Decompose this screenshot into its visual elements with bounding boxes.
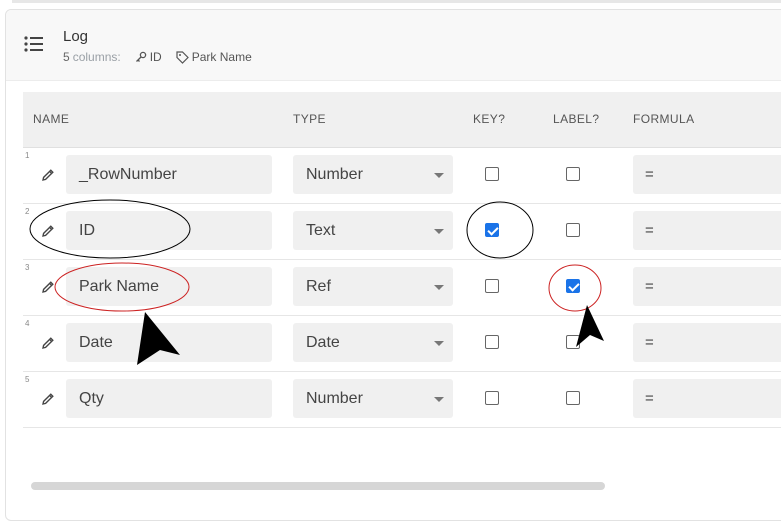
key-checkbox[interactable] xyxy=(485,223,499,237)
key-checkbox[interactable] xyxy=(485,335,499,349)
pencil-icon[interactable] xyxy=(41,280,55,294)
header-formula[interactable]: FORMULA xyxy=(633,112,694,126)
table-title: Log xyxy=(63,28,89,45)
panel-header xyxy=(6,10,781,81)
dropdown-caret-icon xyxy=(434,341,444,346)
row-number: 2 xyxy=(25,207,30,216)
key-column-name: ID xyxy=(149,50,162,64)
formula-field[interactable]: = xyxy=(633,267,781,306)
pencil-icon[interactable] xyxy=(41,168,55,182)
label-column-pill: Park Name xyxy=(176,50,252,64)
column-type-value: Ref xyxy=(306,278,331,295)
column-type-select[interactable]: Number xyxy=(293,155,453,194)
table-row: 1 _RowNumber Number = xyxy=(23,147,781,204)
column-type-value: Number xyxy=(306,390,363,407)
column-name-field[interactable]: Qty xyxy=(66,379,272,418)
table-subtitle: 5 columns: ID Park Name xyxy=(63,50,252,64)
pencil-icon[interactable] xyxy=(41,336,55,350)
pencil-icon[interactable] xyxy=(41,392,55,406)
key-column-pill: ID xyxy=(135,50,162,64)
row-number: 3 xyxy=(25,263,30,272)
label-column-name: Park Name xyxy=(191,50,252,64)
header-type[interactable]: TYPE xyxy=(293,112,326,126)
column-type-select[interactable]: Number xyxy=(293,379,453,418)
column-name-field[interactable]: ID xyxy=(66,211,272,250)
key-checkbox[interactable] xyxy=(485,167,499,181)
column-type-select[interactable]: Date xyxy=(293,323,453,362)
row-number: 5 xyxy=(25,375,30,384)
label-checkbox[interactable] xyxy=(566,335,580,349)
header-label[interactable]: LABEL? xyxy=(553,112,599,126)
column-name-field[interactable]: Date xyxy=(66,323,272,362)
key-checkbox[interactable] xyxy=(485,279,499,293)
top-divider xyxy=(12,0,781,3)
label-checkbox[interactable] xyxy=(566,167,580,181)
column-name-field[interactable]: _RowNumber xyxy=(66,155,272,194)
row-number: 4 xyxy=(25,319,30,328)
column-type-value: Date xyxy=(306,334,340,351)
formula-field[interactable]: = xyxy=(633,155,781,194)
formula-field[interactable]: = xyxy=(633,211,781,250)
dropdown-caret-icon xyxy=(434,397,444,402)
formula-field[interactable]: = xyxy=(633,323,781,362)
header-name[interactable]: NAME xyxy=(33,112,69,126)
table-row: 2 ID Text = xyxy=(23,203,781,260)
formula-field[interactable]: = xyxy=(633,379,781,418)
column-type-value: Text xyxy=(306,222,336,239)
tag-icon xyxy=(176,50,189,64)
list-icon[interactable] xyxy=(24,35,44,53)
label-checkbox[interactable] xyxy=(566,223,580,237)
table-row: 4 Date Date = xyxy=(23,315,781,372)
columns-label: columns: xyxy=(72,50,121,64)
dropdown-caret-icon xyxy=(434,285,444,290)
key-checkbox[interactable] xyxy=(485,391,499,405)
label-checkbox[interactable] xyxy=(566,391,580,405)
pencil-icon[interactable] xyxy=(41,224,55,238)
row-number: 1 xyxy=(25,151,30,160)
key-icon xyxy=(135,51,146,62)
table-row: 3 Park Name Ref = xyxy=(23,259,781,316)
dropdown-caret-icon xyxy=(434,173,444,178)
column-name-field[interactable]: Park Name xyxy=(66,267,272,306)
header-key[interactable]: KEY? xyxy=(473,112,505,126)
column-type-select[interactable]: Ref xyxy=(293,267,453,306)
column-count: 5 xyxy=(63,50,70,64)
column-type-select[interactable]: Text xyxy=(293,211,453,250)
label-checkbox[interactable] xyxy=(566,279,580,293)
column-type-value: Number xyxy=(306,166,363,183)
dropdown-caret-icon xyxy=(434,229,444,234)
table-row: 5 Qty Number = xyxy=(23,371,781,428)
horizontal-scrollbar[interactable] xyxy=(31,482,605,490)
